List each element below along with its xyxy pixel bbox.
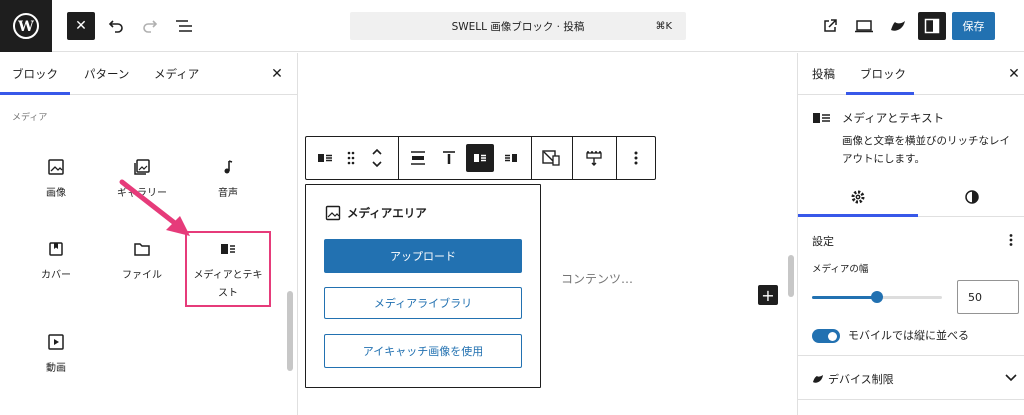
toolbar-separator [572,137,573,179]
block-toolbar [305,136,656,180]
pointer-arrow-icon [119,179,190,236]
shortcut-hint: ⌘K [655,20,672,32]
block-item-audio[interactable]: 音声 [185,153,271,235]
block-label: 音声 [218,188,238,199]
gallery-icon [99,153,185,181]
device-restriction-label: デバイス制限 [828,373,894,386]
slider-fill [812,296,877,299]
device-restriction-panel[interactable]: デバイス制限 [812,371,894,387]
media-width-input[interactable]: 50 [957,280,1019,314]
media-area-title: メディアエリア [325,205,427,221]
block-card-description: 画像と文章を横並びのリッチなレイアウトにします。 [842,135,1010,165]
undo-icon[interactable] [102,12,130,40]
media-library-button[interactable]: メディアライブラリ [324,287,522,319]
canvas-scrollbar[interactable] [788,255,794,297]
tab-styles[interactable] [918,179,1024,215]
tab-patterns[interactable]: パターン [84,53,129,95]
inserter-scrollbar[interactable] [287,291,293,371]
settings-tabs: 投稿 ブロック ✕ [798,53,1024,95]
divider [798,355,1024,356]
media-width-label: メディアの幅 [812,264,869,275]
divider [798,399,1024,400]
image-icon [13,153,99,181]
drag-handle-icon[interactable] [337,144,365,172]
block-label: カバー [41,270,71,281]
gear-icon [851,190,865,204]
toolbar-separator [398,137,399,179]
settings-sidebar-icon[interactable] [918,12,946,40]
content-placeholder[interactable]: コンテンツ… [561,270,633,287]
close-icon[interactable]: ✕ [266,53,288,95]
close-icon[interactable]: ✕ [1003,53,1024,95]
active-subtab-indicator [798,214,918,217]
mobile-stack-label: モバイルでは縦に並べる [848,329,969,342]
cover-icon [13,235,99,263]
upload-button[interactable]: アップロード [324,239,522,273]
list-view-icon[interactable] [170,12,198,40]
tab-blocks[interactable]: ブロック [0,53,70,95]
vertical-align-top-icon[interactable] [435,144,463,172]
more-options-icon[interactable] [1001,229,1021,251]
block-item-file[interactable]: ファイル [99,235,185,317]
toolbar-separator [531,137,532,179]
tab-media[interactable]: メディア [154,53,199,95]
move-up-down-icon[interactable] [363,144,391,172]
audio-icon [185,153,271,181]
block-item-cover[interactable]: カバー [13,235,99,317]
close-inserter-button[interactable]: ✕ [67,12,95,40]
add-block-button[interactable]: + [758,285,778,305]
use-featured-image-button[interactable]: アイキャッチ画像を使用 [324,334,522,368]
align-wide-icon[interactable] [404,144,432,172]
highlight-annotation-box [185,231,271,307]
wordpress-logo-icon[interactable]: W [0,0,52,52]
replace-media-icon[interactable] [580,144,608,172]
media-area-title-text: メディアエリア [347,206,427,220]
svg-text:W: W [17,19,34,35]
toggle-knob [828,332,837,341]
document-title: SWELL 画像ブロック · 投稿 [451,20,585,33]
image-icon [325,205,341,221]
chevron-down-icon[interactable] [1003,369,1019,387]
tab-post[interactable]: 投稿 [812,53,835,95]
block-label: ファイル [122,270,162,281]
active-tab-indicator [846,92,914,95]
block-item-image[interactable]: 画像 [13,153,99,235]
block-label: 動画 [46,363,66,374]
media-text-icon[interactable] [311,144,339,172]
media-right-icon[interactable] [497,144,525,172]
swell-icon [813,375,823,383]
more-options-icon[interactable] [622,144,650,172]
media-placeholder: メディアエリア アップロード メディアライブラリ アイキャッチ画像を使用 [305,184,541,388]
settings-subtabs [798,179,1024,217]
block-card-title: メディアとテキスト [842,111,945,125]
toolbar-separator [616,137,617,179]
save-button[interactable]: 保存 [952,12,995,40]
tab-block[interactable]: ブロック [860,53,906,95]
slider-thumb[interactable] [871,291,883,303]
styles-icon [964,190,979,204]
stack-mobile-icon[interactable] [537,144,565,172]
category-heading: メディア [12,113,48,123]
redo-icon[interactable] [136,12,164,40]
command-palette-bar[interactable]: SWELL 画像ブロック · 投稿 ⌘K [350,12,686,40]
external-link-icon[interactable] [816,12,844,40]
block-label: 画像 [46,188,66,199]
inserter-tabs: ブロック パターン メディア ✕ [0,53,298,95]
video-icon [13,328,99,356]
active-tab-indicator [0,92,70,95]
top-toolbar: W ✕ SWELL 画像ブロック · 投稿 ⌘K 保存 [0,0,1024,52]
tab-settings[interactable] [798,179,918,215]
media-left-icon[interactable] [466,144,494,172]
swell-icon[interactable] [884,12,912,40]
settings-sidebar: 投稿 ブロック ✕ メディアとテキスト 画像と文章を横並びのリッチなレイアウトに… [797,53,1024,415]
block-item-video[interactable]: 動画 [13,328,99,410]
preview-icon[interactable] [850,12,878,40]
settings-section-title[interactable]: 設定 [812,233,834,249]
media-text-icon [812,111,832,128]
